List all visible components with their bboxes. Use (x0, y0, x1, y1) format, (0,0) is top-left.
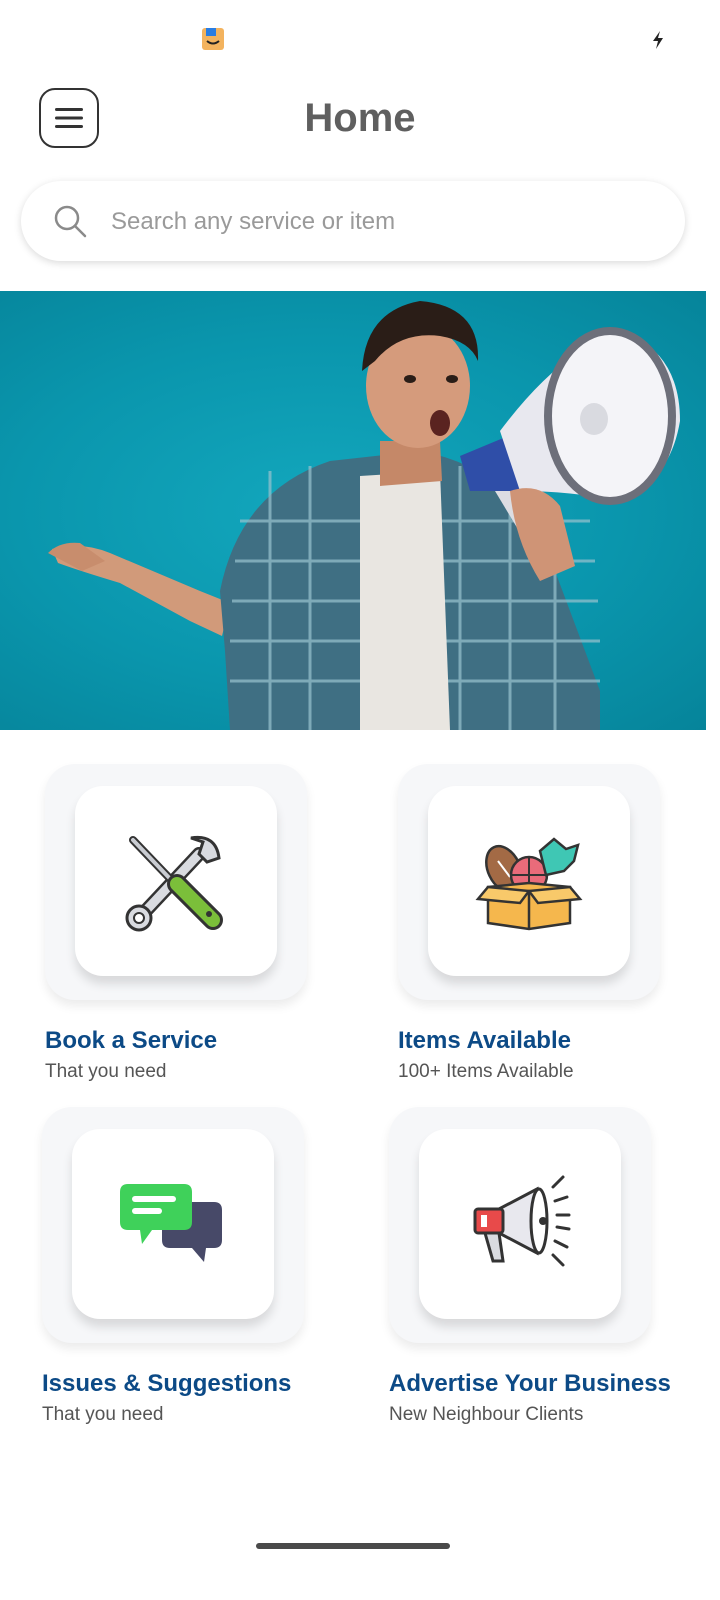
search-input[interactable] (109, 199, 653, 245)
card-title-issues-suggestions[interactable]: Issues & Suggestions (42, 1370, 291, 1398)
card-issues-suggestions-tile (72, 1129, 274, 1319)
toy-box-icon (475, 837, 583, 931)
card-title-items-available[interactable]: Items Available (398, 1027, 571, 1055)
card-subtitle-book-service: That you need (45, 1061, 167, 1082)
amazon-app-icon (202, 28, 224, 50)
card-issues-suggestions[interactable] (42, 1107, 304, 1343)
card-advertise-business-tile (419, 1129, 621, 1319)
gesture-nav-handle[interactable] (256, 1543, 450, 1549)
search-bar[interactable] (21, 181, 685, 261)
card-book-service-tile (75, 786, 277, 976)
hero-banner[interactable] (0, 291, 706, 730)
chat-bubbles-icon (120, 1184, 222, 1262)
card-items-available-tile (428, 786, 630, 976)
megaphone-icon (473, 1175, 571, 1267)
card-title-advertise-business[interactable]: Advertise Your Business (389, 1370, 671, 1398)
charging-bolt-icon (653, 31, 663, 49)
card-title-book-service[interactable]: Book a Service (45, 1027, 217, 1055)
page-title: Home (304, 96, 416, 140)
status-bar (0, 0, 720, 80)
tools-icon (125, 835, 223, 932)
card-items-available[interactable] (398, 764, 660, 1000)
card-book-service[interactable] (45, 764, 307, 1000)
card-subtitle-advertise-business: New Neighbour Clients (389, 1404, 584, 1425)
card-subtitle-items-available: 100+ Items Available (398, 1061, 574, 1082)
card-advertise-business[interactable] (389, 1107, 651, 1343)
card-subtitle-issues-suggestions: That you need (42, 1404, 164, 1425)
search-icon (54, 205, 87, 238)
man-with-megaphone-photo (48, 301, 680, 730)
